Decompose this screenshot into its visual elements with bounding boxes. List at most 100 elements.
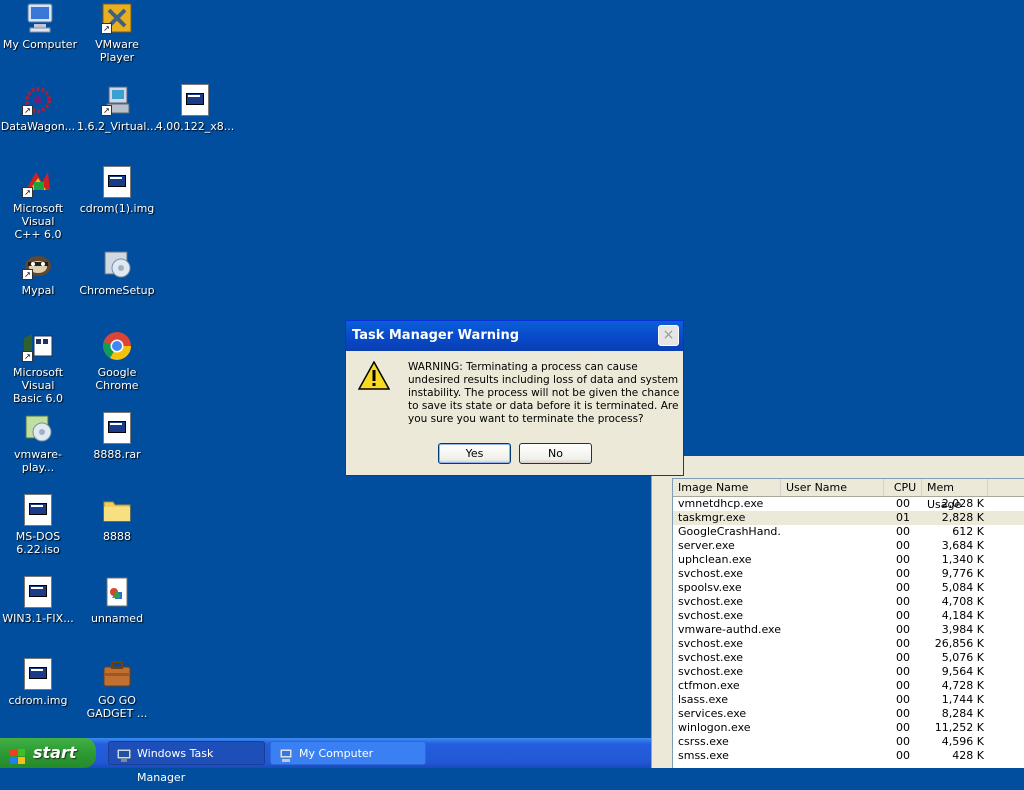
desktop-icon-8888-rar[interactable]: 8888.rar: [77, 412, 157, 461]
process-row[interactable]: svchost.exe 00 9,776 K: [673, 567, 1024, 581]
column-user-name[interactable]: User Name: [781, 479, 884, 496]
shortcut-arrow-icon: ↗: [22, 187, 33, 198]
process-row[interactable]: lsass.exe 00 1,744 K: [673, 693, 1024, 707]
process-row[interactable]: svchost.exe 00 5,076 K: [673, 651, 1024, 665]
column-cpu[interactable]: CPU: [884, 479, 922, 496]
process-row[interactable]: uphclean.exe 00 1,340 K: [673, 553, 1024, 567]
start-button[interactable]: start: [0, 738, 96, 768]
process-list[interactable]: Image Name User Name CPU Mem Usage vmnet…: [672, 478, 1024, 768]
process-user-name: [781, 735, 884, 749]
process-row[interactable]: svchost.exe 00 4,184 K: [673, 609, 1024, 623]
process-mem-usage: 5,076 K: [941, 651, 984, 664]
icon-label: Mypal: [21, 284, 55, 297]
chrome-icon: [101, 330, 133, 362]
icon-label: 8888.rar: [93, 448, 141, 461]
icon-label: GO GO GADGET ...: [86, 694, 148, 720]
icon-label: cdrom(1).img: [79, 202, 155, 215]
no-button[interactable]: No: [519, 443, 592, 464]
desktop-icon-vmware-player-installer[interactable]: vmware-play...: [0, 412, 78, 474]
desktop-icon-visual-basic[interactable]: ↗ Microsoft Visual Basic 6.0: [0, 330, 78, 405]
briefcase-icon: [101, 658, 133, 690]
dialog-title: Task Manager Warning: [352, 328, 520, 343]
process-image-name: server.exe: [678, 539, 735, 552]
process-row[interactable]: taskmgr.exe 01 2,828 K: [673, 511, 1024, 525]
taskbar-item-my-computer[interactable]: My Computer: [270, 741, 426, 765]
desktop-icon-win31-fix[interactable]: WIN3.1-FIX...: [0, 576, 78, 625]
process-user-name: [781, 665, 884, 679]
process-mem-usage: 1,340 K: [941, 553, 984, 566]
taskbar-item-task-manager[interactable]: Windows Task Manager: [108, 741, 265, 784]
desktop-icon-unnamed[interactable]: unnamed: [77, 576, 157, 625]
start-label: start: [33, 743, 77, 762]
icon-label: ChromeSetup: [79, 284, 155, 297]
process-row[interactable]: GoogleCrashHand... 00 612 K: [673, 525, 1024, 539]
process-row[interactable]: svchost.exe 00 9,564 K: [673, 665, 1024, 679]
installer-icon: ↗: [101, 84, 133, 116]
shortcut-arrow-icon: ↗: [101, 105, 112, 116]
process-cpu: 00: [896, 581, 910, 594]
process-row[interactable]: svchost.exe 00 4,708 K: [673, 595, 1024, 609]
column-image-name[interactable]: Image Name: [673, 479, 781, 496]
desktop-icon-cdrom1-img[interactable]: cdrom(1).img: [77, 166, 157, 215]
process-user-name: [781, 707, 884, 721]
process-rows: vmnetdhcp.exe 00 2,028 K taskmgr.exe 01 2,828…: [673, 497, 1024, 763]
desktop-icon-vmware-player[interactable]: ↗ VMware Player: [77, 2, 157, 64]
process-cpu: 00: [896, 735, 910, 748]
desktop-icon-mypal[interactable]: ↗ Mypal: [0, 248, 78, 297]
process-image-name: svchost.exe: [678, 637, 744, 650]
process-mem-usage: 1,744 K: [941, 693, 984, 706]
process-mem-usage: 5,084 K: [941, 581, 984, 594]
process-image-name: vmnetdhcp.exe: [678, 497, 764, 510]
desktop-icon-chromesetup[interactable]: ChromeSetup: [77, 248, 157, 297]
process-row[interactable]: smss.exe 00 428 K: [673, 749, 1024, 763]
icon-label: Microsoft Visual Basic 6.0: [12, 366, 64, 405]
process-row[interactable]: svchost.exe 00 26,856 K: [673, 637, 1024, 651]
dialog-title-bar[interactable]: Task Manager Warning ×: [346, 321, 683, 351]
desktop-icon-google-chrome[interactable]: Google Chrome: [77, 330, 157, 392]
desktop-icon-my-computer[interactable]: My Computer: [0, 2, 80, 51]
icon-label: My Computer: [2, 38, 78, 51]
process-row[interactable]: csrss.exe 00 4,596 K: [673, 735, 1024, 749]
process-row[interactable]: server.exe 00 3,684 K: [673, 539, 1024, 553]
yes-button[interactable]: Yes: [438, 443, 511, 464]
visual-basic-icon: ↗: [22, 330, 54, 362]
process-image-name: svchost.exe: [678, 609, 744, 622]
process-row[interactable]: winlogon.exe 00 11,252 K: [673, 721, 1024, 735]
icon-label: cdrom.img: [8, 694, 68, 707]
desktop-icon-cdrom-img[interactable]: cdrom.img: [0, 658, 78, 707]
image-file-icon: [101, 576, 133, 608]
process-row[interactable]: vmnetdhcp.exe 00 2,028 K: [673, 497, 1024, 511]
icon-label: MS-DOS 6.22.iso: [15, 530, 61, 556]
column-mem-usage[interactable]: Mem Usage: [922, 479, 988, 511]
desktop-icon-visual-cpp[interactable]: ↗ Microsoft Visual C++ 6.0: [0, 166, 78, 241]
process-user-name: [781, 637, 884, 651]
process-row[interactable]: spoolsv.exe 00 5,084 K: [673, 581, 1024, 595]
process-image-name: smss.exe: [678, 749, 729, 762]
desktop-icon-go-go-gadget[interactable]: GO GO GADGET ...: [77, 658, 157, 720]
file-icon: [24, 576, 52, 608]
desktop-icon-datawagon[interactable]: ↗ DataWagon...: [0, 84, 78, 133]
process-image-name: svchost.exe: [678, 567, 744, 580]
process-mem-usage: 26,856 K: [934, 637, 984, 650]
icon-label: 4.00.122_x8...: [155, 120, 235, 133]
desktop-icon-ms-dos-iso[interactable]: MS-DOS 6.22.iso: [0, 494, 78, 556]
process-user-name: [781, 525, 884, 539]
process-user-name: [781, 679, 884, 693]
desktop-icon-4-00-122[interactable]: 4.00.122_x8...: [155, 84, 235, 133]
close-button[interactable]: ×: [658, 325, 679, 346]
process-cpu: 00: [896, 595, 910, 608]
icon-label: 1.6.2_Virtual...: [77, 120, 157, 133]
process-cpu: 00: [896, 637, 910, 650]
my-computer-icon: [24, 2, 56, 34]
process-mem-usage: 4,728 K: [941, 679, 984, 692]
windows-logo-icon: [10, 745, 26, 764]
process-image-name: services.exe: [678, 707, 747, 720]
process-image-name: svchost.exe: [678, 595, 744, 608]
process-row[interactable]: ctfmon.exe 00 4,728 K: [673, 679, 1024, 693]
desktop-icon-virtual-installer[interactable]: ↗ 1.6.2_Virtual...: [77, 84, 157, 133]
process-row[interactable]: vmware-authd.exe 00 3,984 K: [673, 623, 1024, 637]
process-image-name: spoolsv.exe: [678, 581, 742, 594]
desktop-icon-8888-folder[interactable]: 8888: [77, 494, 157, 543]
process-mem-usage: 8,284 K: [941, 707, 984, 720]
process-row[interactable]: services.exe 00 8,284 K: [673, 707, 1024, 721]
